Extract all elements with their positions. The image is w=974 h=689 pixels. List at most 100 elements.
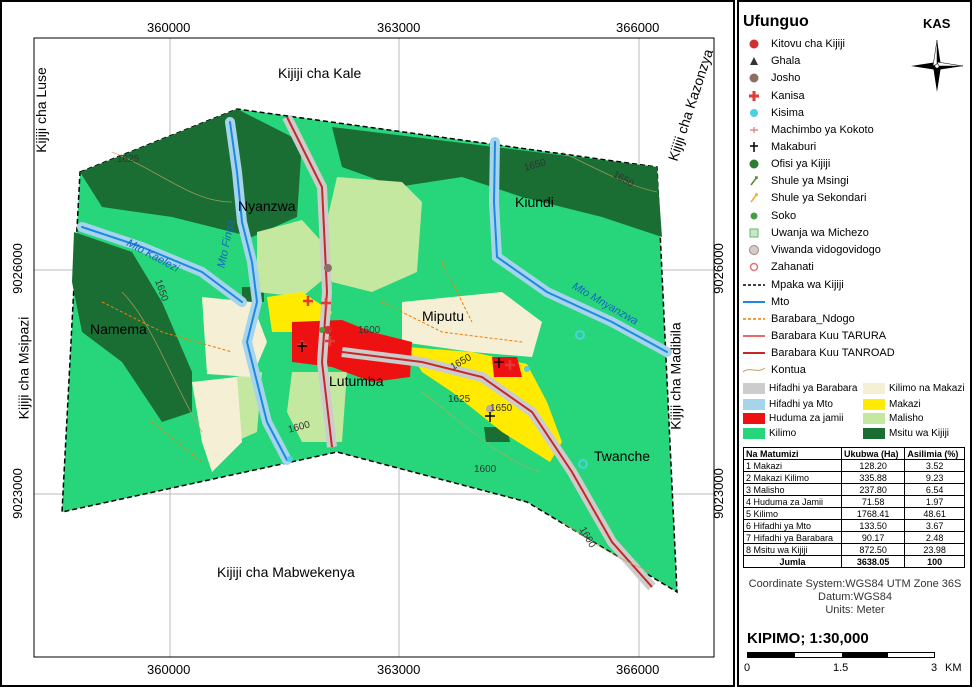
scale-unit: KM (945, 662, 962, 674)
warehouse-icon (743, 54, 765, 68)
place-nyanzwa: Nyanzwa (238, 198, 296, 214)
table-total-row: Jumla 3638.05 100 (743, 555, 965, 568)
swatch-river-reserve (743, 399, 765, 410)
header-area: Ukubwa (Ha) (840, 447, 906, 460)
swatch-forest (863, 428, 885, 439)
header-percent: Asilimia (%) (904, 447, 965, 460)
legend-item-market: Soko (743, 207, 796, 224)
neighbor-northwest: Kijiji cha Luse (32, 67, 49, 153)
neighbor-south: Kijiji cha Mabwekenya (217, 564, 355, 580)
land-use-table: Na Matumizi Ukubwa (Ha) Asilimia (%) 1 M… (743, 447, 965, 568)
north-arrow-icon (911, 39, 964, 92)
swatch-road-reserve (743, 383, 765, 394)
neighbor-east: Kijiji cha Madibila (667, 322, 684, 430)
land-use-map (33, 37, 715, 658)
table-header-row: Na Matumizi Ukubwa (Ha) Asilimia (%) (743, 447, 965, 460)
swatch-grazing (863, 413, 885, 424)
legend-item-river: Mto (743, 293, 789, 310)
neighbor-north: Kijiji cha Kale (278, 65, 362, 81)
secondary-school-icon (743, 191, 765, 205)
playground-icon (743, 226, 765, 240)
top-tick-3: 366000 (616, 20, 660, 35)
market-marker (319, 327, 325, 333)
table-row: 7 Hifadhi ya Barabara 90.17 2.48 (743, 531, 965, 544)
datum: Datum:WGS84 (818, 591, 892, 603)
cemetery-icon (743, 140, 765, 154)
map-frame: 360000 363000 366000 360000 363000 36600… (0, 0, 735, 687)
legend-item-quarry: Machimbo ya Kokoto (743, 121, 874, 138)
office-icon (743, 157, 765, 171)
swatch-mixed (863, 383, 885, 394)
table-row: 3 Malisho 237.80 6.54 (743, 483, 965, 496)
place-kiundi: Kiundi (515, 194, 554, 210)
contour-label: 1625 (117, 154, 140, 165)
small-industry-icon (743, 243, 765, 257)
legend-item-playground: Uwanja wa Michezo (743, 224, 869, 241)
legend-item-minor-road: Barabara_Ndogo (743, 310, 855, 327)
scale-tick: 3 (931, 662, 938, 674)
header-category: Na Matumizi (743, 447, 842, 460)
bottom-tick-3: 366000 (616, 662, 660, 677)
table-row: 4 Huduma za Jamii 71.58 1.97 (743, 495, 965, 508)
scale-tick: 1.5 (833, 662, 849, 674)
legend-title: Ufunguo (743, 13, 809, 30)
legend-item-office: Ofisi ya Kijiji (743, 155, 830, 172)
village-center-marker (324, 326, 332, 334)
legend-item-dispensary: Zahanati (743, 258, 814, 275)
swatch-label: Kilimo na Makazi (889, 383, 965, 394)
table-row: 5 Kilimo 1768.41 48.61 (743, 507, 965, 520)
legend-item-cemetery: Makaburi (743, 138, 816, 155)
scale-tick: 0 (744, 662, 751, 674)
legend-item-boundary: Mpaka wa Kijiji (743, 276, 844, 293)
right-tick-1: 9026000 (710, 243, 726, 294)
legend-item-warehouse: Ghala (743, 52, 800, 69)
swatch-label: Msitu wa Kijiji (889, 428, 950, 439)
legend-item-tarura-road: Barabara Kuu TARURA (743, 327, 886, 344)
coordinate-system: Coordinate System:WGS84 UTM Zone 36S (748, 578, 962, 590)
legend-item-small-industry: Viwanda vidogovidogo (743, 241, 881, 258)
market-icon (743, 209, 765, 223)
left-tick-2: 9023000 (9, 468, 25, 519)
place-miputu: Miputu (422, 308, 465, 324)
right-tick-2: 9023000 (710, 468, 726, 519)
river-line-icon (743, 295, 765, 309)
table-row: 8 Msitu wa Kijiji 872.50 23.98 (743, 543, 965, 556)
contour-label: 1600 (358, 325, 381, 336)
swatch-label: Makazi (889, 399, 921, 410)
table-row: 6 Hifadhi ya Mto 133.50 3.67 (743, 519, 965, 532)
left-tick-1: 9026000 (9, 243, 25, 294)
well-marker-3 (287, 456, 293, 462)
church-icon (743, 89, 765, 103)
kas-label: KAS (923, 16, 951, 31)
grazing-center (322, 177, 422, 292)
legend-item-secondary-school: Shule ya Sekondari (743, 189, 866, 206)
swatch-services (743, 413, 765, 424)
contour-line-icon (743, 363, 765, 377)
swatch-label: Malisho (889, 413, 924, 424)
legend-panel: Ufunguo KAS Kitovu cha Kijiji Ghala Josh… (737, 0, 972, 687)
well-icon (743, 106, 765, 120)
legend-item-well: Kisima (743, 104, 804, 121)
swatch-label: Huduma za jamii (769, 413, 844, 424)
swatch-label: Hifadhi ya Barabara (769, 383, 858, 394)
place-namema: Namema (90, 321, 147, 337)
primary-school-icon (743, 174, 765, 188)
legend-item-cattle-dip: Josho (743, 69, 800, 86)
cattle-dip-marker (324, 264, 332, 272)
swatch-settlement (863, 399, 885, 410)
quarry-icon (743, 123, 765, 137)
legend-item-church: Kanisa (743, 87, 805, 104)
top-tick-1: 360000 (147, 20, 191, 35)
bottom-tick-1: 360000 (147, 662, 191, 677)
legend-item-primary-school: Shule ya Msingi (743, 172, 849, 189)
legend-item-tanroad-road: Barabara Kuu TANROAD (743, 344, 895, 361)
tarura-road-icon (743, 329, 765, 343)
table-row: 1 Makazi 128.20 3.52 (743, 459, 965, 472)
dispensary-icon (743, 260, 765, 274)
well-marker-4 (524, 366, 530, 372)
legend-item-contour: Kontua (743, 361, 806, 378)
village-center-icon (743, 37, 765, 51)
table-row: 2 Makazi Kilimo 335.88 9.23 (743, 471, 965, 484)
top-tick-2: 363000 (377, 20, 421, 35)
contour-label: 1625 (448, 394, 471, 405)
